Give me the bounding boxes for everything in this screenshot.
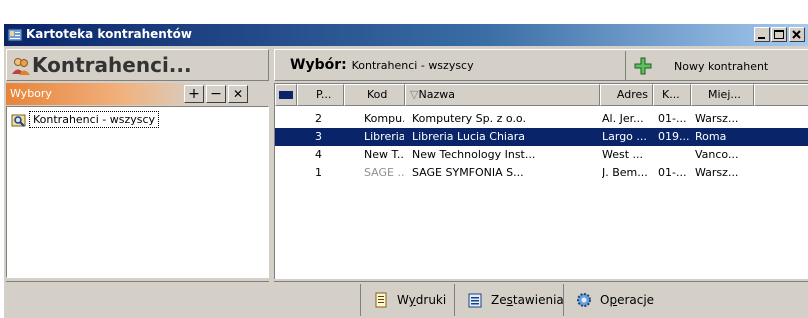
contractors-window: Kartoteka kontrahentów Kontrahenci... Wy… <box>4 24 808 318</box>
column-header-nazwa[interactable]: ▽Nazwa <box>405 84 600 106</box>
column-header-k[interactable]: K... <box>653 84 691 106</box>
table-row[interactable]: 4 New T... New Technology Inst... West .… <box>275 146 808 164</box>
tree-item-label: Kontrahenci - wszyscy <box>29 111 160 128</box>
cell-p: 4 <box>315 148 322 161</box>
column-header-nazwa-label: Nazwa <box>418 88 455 101</box>
minimize-icon <box>758 37 765 39</box>
column-header-kod[interactable]: Kod <box>344 84 405 106</box>
green-plus-icon <box>634 57 652 75</box>
bottom-toolbar: Wydruki Zestawienia Operacje <box>274 281 808 317</box>
selection-label: Wybór: <box>290 57 347 73</box>
operations-label: Operacje <box>600 293 655 307</box>
title-bar[interactable]: Kartoteka kontrahentów <box>4 24 808 46</box>
new-contractor-label: Nowy kontrahent <box>674 60 769 73</box>
left-status-area <box>6 281 269 317</box>
cell-adres: Largo ... <box>602 130 647 143</box>
column-header-p[interactable]: P... <box>297 84 344 106</box>
contractors-grid: P... Kod ▽Nazwa Adres K... Miej... 2 Kom… <box>274 83 808 279</box>
maximize-button[interactable] <box>771 27 787 42</box>
select-all-header[interactable] <box>275 84 297 106</box>
cell-nazwa: SAGE SYMFONIA S... <box>412 166 524 179</box>
maximize-icon <box>774 30 784 39</box>
search-folder-icon <box>11 114 26 127</box>
address-card-icon <box>7 28 23 42</box>
window-title: Kartoteka kontrahentów <box>26 27 192 41</box>
add-selection-button[interactable]: + <box>184 85 204 103</box>
column-header-miej[interactable]: Miej... <box>691 84 754 106</box>
cell-k: 019... <box>658 130 690 143</box>
selection-tree: Kontrahenci - wszyscy <box>6 106 269 278</box>
grid-header: P... Kod ▽Nazwa Adres K... Miej... <box>275 84 808 106</box>
table-row[interactable]: 2 Kompu... Komputery Sp. z o.o. Al. Jer.… <box>275 110 808 128</box>
cell-miej: Roma <box>695 130 727 143</box>
people-icon <box>12 58 30 75</box>
left-panel-title: Kontrahenci... <box>32 53 192 77</box>
cell-nazwa: New Technology Inst... <box>412 148 536 161</box>
cell-k: 01-... <box>658 166 687 179</box>
remove-selection-button[interactable]: − <box>206 85 226 103</box>
cell-adres: Al. Jer... <box>602 112 644 125</box>
cell-p: 2 <box>315 112 322 125</box>
printouts-button[interactable]: Wydruki <box>360 284 454 316</box>
close-button[interactable] <box>789 27 805 42</box>
minimize-button[interactable] <box>754 27 770 42</box>
selection-caption: Wybór: Kontrahenci - wszyscy <box>290 57 474 73</box>
selection-value: Kontrahenci - wszyscy <box>351 59 474 72</box>
left-panel-header: Kontrahenci... <box>6 49 269 81</box>
column-header-adres[interactable]: Adres <box>600 84 653 106</box>
operations-button[interactable]: Operacje <box>563 284 673 316</box>
cell-adres: West ... <box>602 148 644 161</box>
cell-kod: Kompu... <box>364 112 404 125</box>
column-header-filler <box>754 84 808 106</box>
gear-icon <box>577 293 591 307</box>
cell-k <box>658 146 690 164</box>
wybory-bar: Wybory + − ✕ <box>6 83 269 105</box>
selection-indicator-icon <box>279 91 293 99</box>
summaries-button[interactable]: Zestawienia <box>454 284 564 316</box>
cell-kod: Libreria... <box>364 130 404 143</box>
cell-kod: New T... <box>364 148 404 161</box>
close-icon <box>792 30 801 39</box>
cell-miej: Vanco... <box>695 148 739 161</box>
cell-p: 1 <box>315 166 322 179</box>
cell-adres: J. Bem... <box>602 166 648 179</box>
printer-doc-icon <box>375 292 387 308</box>
table-row-selected[interactable]: 3 Libreria... Libreria Lucia Chiara Larg… <box>275 128 808 146</box>
cell-p: 3 <box>315 130 322 143</box>
cell-miej: Warsz... <box>695 112 739 125</box>
cell-nazwa: Libreria Lucia Chiara <box>412 130 525 143</box>
right-panel-header: Wybór: Kontrahenci - wszyscy Nowy kontra… <box>274 49 808 81</box>
new-contractor-button[interactable]: Nowy kontrahent <box>625 51 808 81</box>
cell-miej: Warsz... <box>695 166 739 179</box>
report-icon <box>468 293 482 308</box>
table-row[interactable]: 1 SAGE ... SAGE SYMFONIA S... J. Bem... … <box>275 164 808 182</box>
wybory-label: Wybory <box>10 87 52 100</box>
printouts-label: Wydruki <box>397 293 447 307</box>
cell-kod: SAGE ... <box>364 166 404 179</box>
cell-nazwa: Komputery Sp. z o.o. <box>412 112 526 125</box>
cell-k: 01-... <box>658 112 687 125</box>
close-selection-button[interactable]: ✕ <box>228 85 248 103</box>
summaries-label: Zestawienia <box>491 293 564 307</box>
